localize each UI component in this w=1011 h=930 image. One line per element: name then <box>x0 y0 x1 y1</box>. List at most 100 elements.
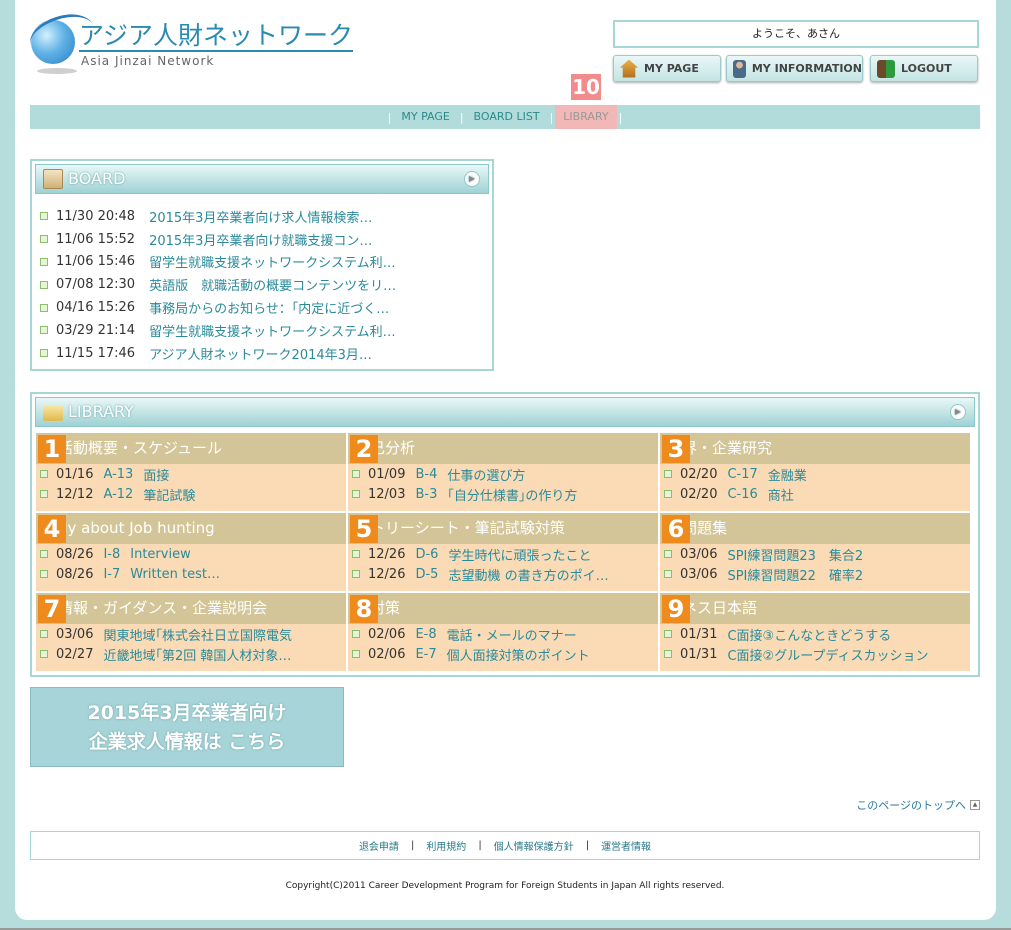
board-item-title[interactable]: 英語版 就職活動の概要コンテンツをリ… <box>149 275 396 294</box>
board-item[interactable]: 03/29 21:14 留学生就職支援ネットワークシステム利… <box>40 319 396 342</box>
library-row-title[interactable]: 関東地域｢株式会社日立国際電気 <box>103 625 292 644</box>
library-row-date: 01/31 <box>680 646 718 662</box>
my-information-button[interactable]: MY INFORMATION <box>726 55 863 82</box>
more-arrow-icon[interactable]: ▶ <box>464 171 480 187</box>
library-row-date: 02/06 <box>368 646 406 662</box>
library-row-title[interactable]: 仕事の選び方 <box>447 465 525 484</box>
library-row-date: 12/12 <box>56 486 94 502</box>
bullet-icon <box>352 470 360 478</box>
library-row[interactable]: 03/06 関東地域｢株式会社日立国際電気 <box>36 624 346 644</box>
library-row[interactable]: 01/16 A-13 面接 <box>36 464 346 484</box>
footer-links: 退会申請 | 利用規約 | 個人情報保護方針 | 運営者情報 <box>30 831 980 860</box>
more-arrow-icon[interactable]: ▶ <box>950 404 966 420</box>
library-row-date: 02/06 <box>368 626 406 642</box>
library-row[interactable]: 12/03 B-3 ｢自分仕様書｣の作り方 <box>348 484 658 504</box>
library-row[interactable]: 02/06 E-8 電話・メールのマナー <box>348 624 658 644</box>
library-row[interactable]: 01/09 B-4 仕事の選び方 <box>348 464 658 484</box>
bullet-icon <box>352 630 360 638</box>
person-icon <box>733 59 746 78</box>
library-row[interactable]: 02/20 C-17 金融業 <box>660 464 970 484</box>
library-cell-heading[interactable]: 己分析 <box>348 433 658 464</box>
board-item-title[interactable]: 2015年3月卒業者向け求人情報検索… <box>149 207 372 226</box>
library-row[interactable]: 01/31 C面接②グループディスカッション <box>660 644 970 664</box>
library-cell-heading[interactable]: 情報・ガイダンス・企業説明会 <box>36 593 346 624</box>
site-logo[interactable]: アジア人財ネットワーク Asia Jinzai Network <box>24 6 354 78</box>
library-row-title[interactable]: Interview <box>130 547 190 562</box>
library-cell-number: 1 <box>38 435 66 463</box>
library-row-title[interactable]: SPI練習問題23 集合2 <box>727 545 863 564</box>
library-row[interactable]: 02/20 C-16 商社 <box>660 484 970 504</box>
footer-link-terms[interactable]: 利用規約 <box>426 838 466 853</box>
library-cell-heading[interactable]: 対策 <box>348 593 658 624</box>
board-item-title[interactable]: 事務局からのお知らせ：｢内定に近づく… <box>149 298 389 317</box>
library-row-code: I-7 <box>103 566 121 582</box>
nav-item-library[interactable]: LIBRARY <box>555 105 617 129</box>
library-cell-number: 8 <box>350 595 378 623</box>
library-row[interactable]: 08/26 I-8 Interview <box>36 544 346 564</box>
library-row[interactable]: 02/06 E-7 個人面接対策のポイント <box>348 644 658 664</box>
board-item[interactable]: 11/06 15:46 留学生就職支援ネットワークシステム利… <box>40 251 396 274</box>
library-row[interactable]: 12/26 D-5 志望動機 の書き方のポイ… <box>348 564 658 584</box>
board-item[interactable]: 11/15 17:46 アジア人財ネットワーク2014年3月… <box>40 342 396 365</box>
bullet-icon <box>40 280 48 289</box>
bullet-icon <box>40 235 48 244</box>
library-row-title[interactable]: 近畿地域｢第2回 韓国人材対象… <box>103 645 291 664</box>
nav-item-my-page[interactable]: MY PAGE <box>393 105 457 129</box>
job-info-banner[interactable]: 2015年3月卒業者向け 企業求人情報は こちら <box>30 687 344 767</box>
library-row-title[interactable]: 金融業 <box>768 465 807 484</box>
bullet-icon <box>40 326 48 335</box>
library-row-title[interactable]: 志望動機 の書き方のポイ… <box>448 565 608 584</box>
library-row-title[interactable]: 電話・メールのマナー <box>447 625 577 644</box>
library-row[interactable]: 12/12 A-12 筆記試験 <box>36 484 346 504</box>
library-panel-header: LIBRARY ▶ <box>35 397 975 427</box>
library-row[interactable]: 02/27 近畿地域｢第2回 韓国人材対象… <box>36 644 346 664</box>
my-page-button[interactable]: MY PAGE <box>613 55 721 82</box>
library-row-title[interactable]: 学生時代に頑張ったこと <box>448 545 591 564</box>
library-cell-heading[interactable]: 問題集 <box>660 513 970 544</box>
library-row[interactable]: 01/31 C面接③こんなときどうする <box>660 624 970 644</box>
library-row-code: D-5 <box>415 566 439 582</box>
logout-button[interactable]: LOGOUT <box>870 55 978 82</box>
bullet-icon <box>40 257 48 266</box>
board-item-title[interactable]: アジア人財ネットワーク2014年3月… <box>149 344 372 363</box>
annotation-badge: 10 <box>571 74 601 100</box>
library-row-title[interactable]: 筆記試験 <box>143 485 195 504</box>
library-row-date: 12/26 <box>368 546 406 562</box>
library-cell: ネス日本語 9 01/31 C面接③こんなときどうする 01/31 C面接②グループディス… <box>660 593 970 671</box>
board-item-date: 11/06 15:46 <box>56 254 136 270</box>
library-cell-heading[interactable]: 活動概要・スケジュール <box>36 433 346 464</box>
library-row-title[interactable]: Written test… <box>130 567 220 582</box>
library-row-title[interactable]: 商社 <box>768 485 794 504</box>
board-item[interactable]: 04/16 15:26 事務局からのお知らせ：｢内定に近づく… <box>40 296 396 319</box>
page-top-link[interactable]: このページのトップへ ▲ <box>856 797 980 813</box>
library-cell-number: 7 <box>38 595 66 623</box>
library-row[interactable]: 08/26 I-7 Written test… <box>36 564 346 584</box>
footer-link-withdraw[interactable]: 退会申請 <box>359 838 399 853</box>
library-row-title[interactable]: C面接②グループディスカッション <box>727 645 928 664</box>
library-row[interactable]: 03/06 SPI練習問題22 確率2 <box>660 564 970 584</box>
library-row[interactable]: 03/06 SPI練習問題23 集合2 <box>660 544 970 564</box>
board-item[interactable]: 07/08 12:30 英語版 就職活動の概要コンテンツをリ… <box>40 273 396 296</box>
nav-item-board-list[interactable]: BOARD LIST <box>466 105 548 129</box>
library-row-title[interactable]: C面接③こんなときどうする <box>727 625 891 644</box>
library-row-title[interactable]: 面接 <box>143 465 169 484</box>
library-row[interactable]: 12/26 D-6 学生時代に頑張ったこと <box>348 544 658 564</box>
footer-link-privacy[interactable]: 個人情報保護方針 <box>494 838 574 853</box>
library-row-title[interactable]: 個人面接対策のポイント <box>447 645 590 664</box>
board-item[interactable]: 11/30 20:48 2015年3月卒業者向け求人情報検索… <box>40 205 396 228</box>
footer-link-operator[interactable]: 運営者情報 <box>601 838 651 853</box>
library-row-date: 08/26 <box>56 566 94 582</box>
board-item-title[interactable]: 留学生就職支援ネットワークシステム利… <box>149 321 396 340</box>
board-item-title[interactable]: 2015年3月卒業者向け就職支援コン… <box>149 230 372 249</box>
library-row-code: A-12 <box>103 486 134 502</box>
board-item[interactable]: 11/06 15:52 2015年3月卒業者向け就職支援コン… <box>40 228 396 251</box>
library-row-title[interactable]: ｢自分仕様書｣の作り方 <box>447 485 577 504</box>
board-item-title[interactable]: 留学生就職支援ネットワークシステム利… <box>149 252 396 271</box>
library-cell-heading[interactable]: 界・企業研究 <box>660 433 970 464</box>
library-cell-heading[interactable]: トリーシート・筆記試験対策 <box>348 513 658 544</box>
library-row-title[interactable]: SPI練習問題22 確率2 <box>727 565 863 584</box>
library-cell-heading[interactable]: ネス日本語 <box>660 593 970 624</box>
library-row-code: C-17 <box>727 466 758 482</box>
library-cell-heading[interactable]: dy about Job hunting <box>36 513 346 544</box>
bullet-icon <box>352 570 360 578</box>
